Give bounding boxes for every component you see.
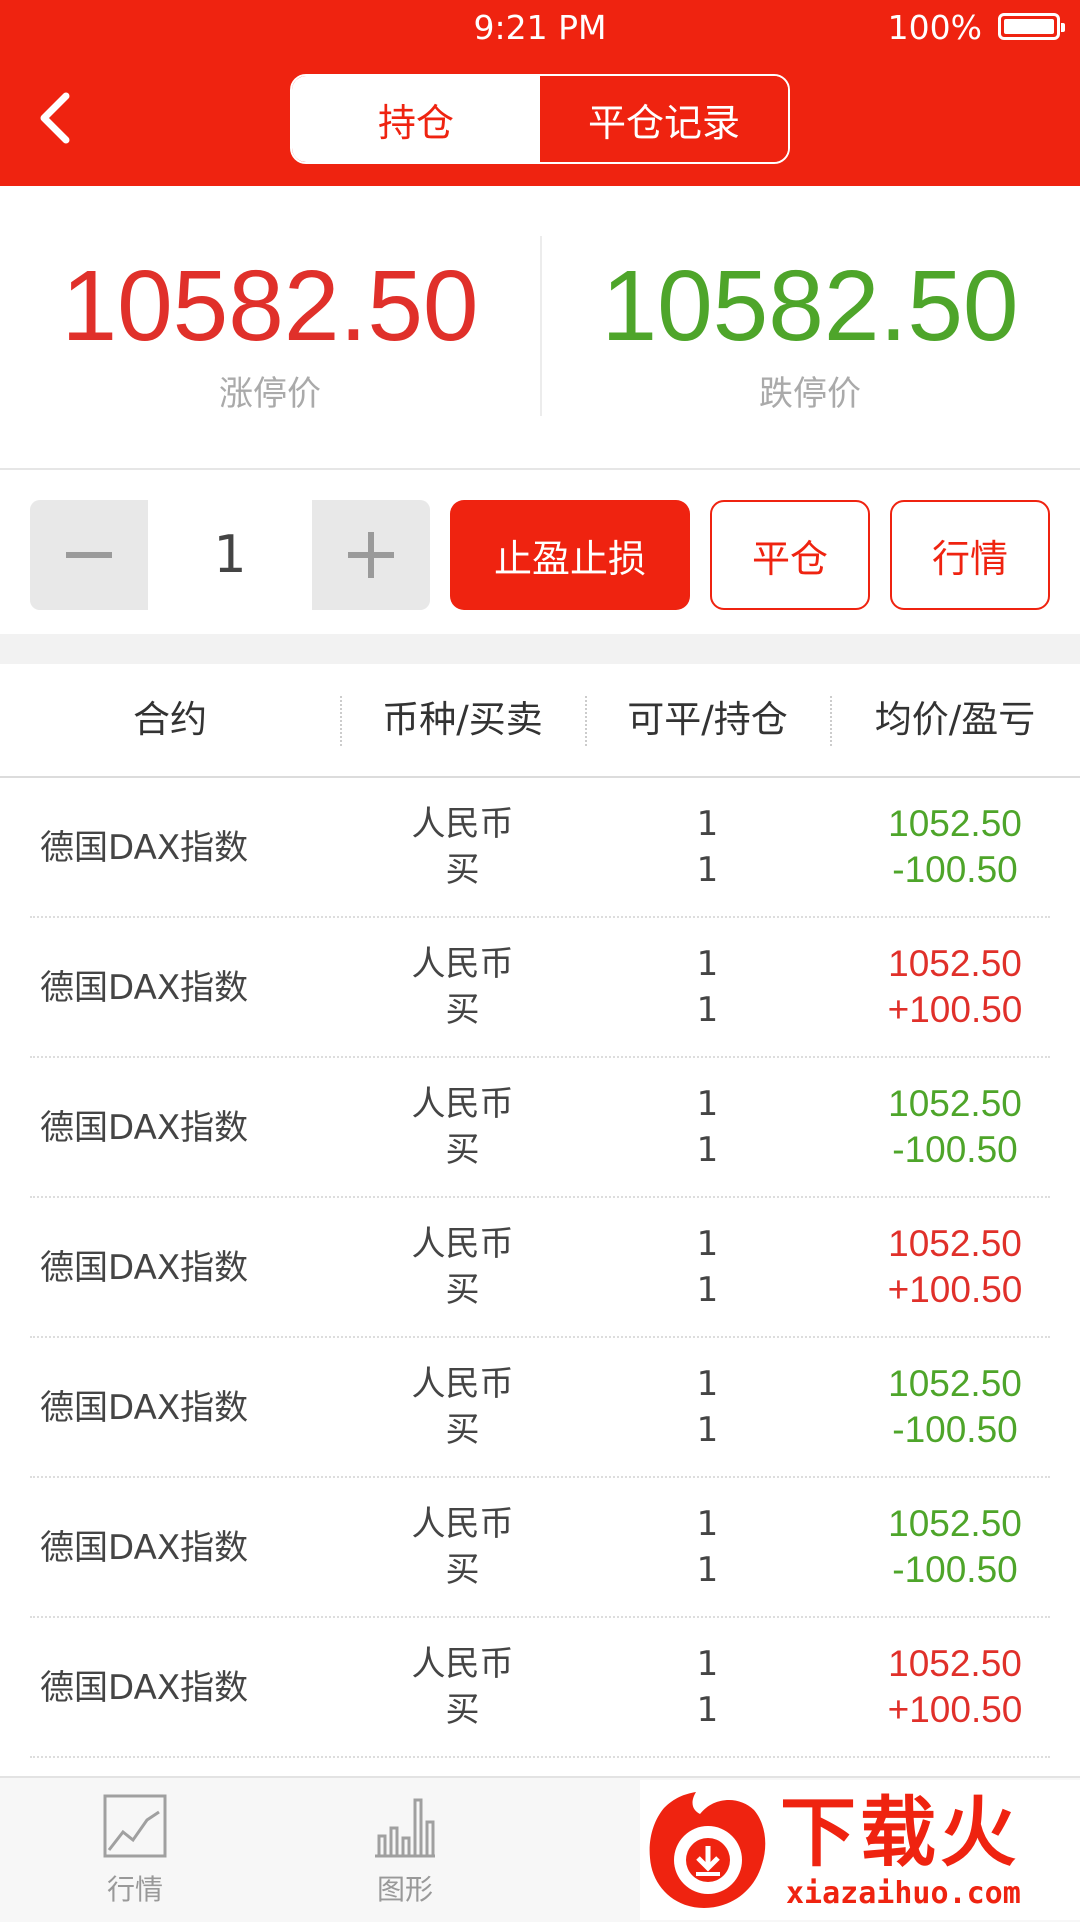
avg-price: 1052.50: [888, 1363, 1022, 1404]
watermark: 下载火 xiazaihuo.com: [640, 1780, 1080, 1920]
avg-price: 1052.50: [888, 943, 1022, 984]
table-row[interactable]: 德国DAX指数 人民币 买 1 1 1052.50 +100.50: [0, 1198, 1080, 1338]
quantity-input[interactable]: 1: [148, 500, 312, 610]
limit-down-block: 10582.50 跌停价: [540, 186, 1080, 468]
limit-down-price: 10582.50: [601, 250, 1019, 362]
table-row[interactable]: 德国DAX指数 人民币 买 1 1 1052.50 -100.50: [0, 1478, 1080, 1618]
held-qty: 1: [696, 1270, 719, 1310]
table-header: 合约 币种/买卖 可平/持仓 均价/盈亏: [0, 664, 1080, 778]
column-header-avg-pnl: 均价/盈亏: [874, 698, 1036, 741]
profit-loss: +100.50: [887, 989, 1023, 1030]
held-qty: 1: [696, 1690, 719, 1730]
trade-side: 买: [445, 1550, 480, 1590]
table-row[interactable]: 德国DAX指数 人民币 买 1 1 1052.50 -100.50: [0, 1338, 1080, 1478]
battery-percent: 100%: [887, 8, 982, 47]
closable-qty: 1: [696, 1364, 719, 1404]
flame-logo-icon: [649, 1792, 766, 1908]
watermark-url: xiazaihuo.com: [786, 1876, 1021, 1911]
column-header-contract: 合约: [133, 698, 207, 741]
profit-loss: -100.50: [892, 1409, 1018, 1450]
held-qty: 1: [696, 1410, 719, 1450]
tab-bar-item-market[interactable]: 行情: [0, 1778, 270, 1922]
quantity-stepper: 1: [30, 500, 430, 610]
held-qty: 1: [696, 850, 719, 890]
currency: 人民币: [411, 1084, 514, 1124]
column-header-currency-side: 币种/买卖: [382, 698, 543, 741]
held-qty: 1: [696, 1550, 719, 1590]
currency: 人民币: [411, 1364, 514, 1404]
trade-side: 买: [445, 990, 480, 1030]
avg-price: 1052.50: [888, 1503, 1022, 1544]
plus-icon: [348, 532, 394, 578]
action-bar: 1 止盈止损 平仓 行情: [0, 470, 1080, 634]
table-row[interactable]: 德国DAX指数 人民币 买 1 1 1052.50 -100.50: [0, 1058, 1080, 1198]
trade-side: 买: [445, 850, 480, 890]
table-row[interactable]: 德国DAX指数 人民币 买 1 1 1052.50 +100.50: [0, 918, 1080, 1058]
positions-list: 德国DAX指数 人民币 买 1 1 1052.50 -100.50 德国DAX指…: [0, 778, 1080, 1758]
profit-loss: +100.50: [887, 1269, 1023, 1310]
contract-name: 德国DAX指数: [40, 1668, 249, 1708]
back-button[interactable]: [30, 88, 90, 148]
decrease-button[interactable]: [30, 500, 148, 610]
contract-name: 德国DAX指数: [40, 1388, 249, 1428]
tab-close-records[interactable]: 平仓记录: [540, 76, 788, 162]
profit-loss: +100.50: [887, 1689, 1023, 1730]
profit-loss: -100.50: [892, 1129, 1018, 1170]
held-qty: 1: [696, 990, 719, 1030]
contract-name: 德国DAX指数: [40, 968, 249, 1008]
watermark-title: 下载火: [780, 1788, 1020, 1877]
trade-side: 买: [445, 1270, 480, 1310]
tab-bar-label: 图形: [376, 1873, 433, 1906]
bar-chart-icon: [375, 1798, 435, 1858]
closable-qty: 1: [696, 944, 719, 984]
header: 9:21 PM 100% 持仓 平仓记录: [0, 0, 1080, 186]
currency: 人民币: [411, 804, 514, 844]
minus-icon: [66, 552, 112, 558]
trade-side: 买: [445, 1130, 480, 1170]
segmented-control: 持仓 平仓记录: [290, 74, 790, 164]
take-profit-stop-loss-button[interactable]: 止盈止损: [450, 500, 690, 610]
currency: 人民币: [411, 1504, 514, 1544]
avg-price: 1052.50: [888, 1083, 1022, 1124]
tab-bar-label: 行情: [106, 1873, 163, 1906]
line-chart-icon: [103, 1794, 167, 1858]
closable-qty: 1: [696, 1084, 719, 1124]
avg-price: 1052.50: [888, 1643, 1022, 1684]
increase-button[interactable]: [312, 500, 430, 610]
closable-qty: 1: [696, 804, 719, 844]
table-row[interactable]: 德国DAX指数 人民币 买 1 1 1052.50 +100.50: [0, 1618, 1080, 1758]
chevron-left-icon: [40, 92, 70, 144]
trade-side: 买: [445, 1690, 480, 1730]
closable-qty: 1: [696, 1504, 719, 1544]
limit-up-label: 涨停价: [219, 374, 321, 414]
tab-bar-item-chart[interactable]: 图形: [270, 1778, 540, 1922]
price-panel: 10582.50 涨停价 10582.50 跌停价: [0, 186, 1080, 470]
table-row[interactable]: 德国DAX指数 人民币 买 1 1 1052.50 -100.50: [0, 778, 1080, 918]
currency: 人民币: [411, 1644, 514, 1684]
limit-up-price: 10582.50: [61, 250, 479, 362]
currency: 人民币: [411, 944, 514, 984]
limit-down-label: 跌停价: [759, 374, 861, 414]
column-header-closable-held: 可平/持仓: [627, 698, 788, 741]
avg-price: 1052.50: [888, 803, 1022, 844]
battery-icon: [998, 13, 1065, 40]
close-position-button[interactable]: 平仓: [710, 500, 870, 610]
profit-loss: -100.50: [892, 849, 1018, 890]
profit-loss: -100.50: [892, 1549, 1018, 1590]
avg-price: 1052.50: [888, 1223, 1022, 1264]
closable-qty: 1: [696, 1644, 719, 1684]
contract-name: 德国DAX指数: [40, 1528, 249, 1568]
contract-name: 德国DAX指数: [40, 1108, 249, 1148]
market-button[interactable]: 行情: [890, 500, 1050, 610]
contract-name: 德国DAX指数: [40, 828, 249, 868]
held-qty: 1: [696, 1130, 719, 1170]
trade-side: 买: [445, 1410, 480, 1450]
section-gap: [0, 634, 1080, 664]
limit-up-block: 10582.50 涨停价: [0, 186, 540, 468]
closable-qty: 1: [696, 1224, 719, 1264]
currency: 人民币: [411, 1224, 514, 1264]
contract-name: 德国DAX指数: [40, 1248, 249, 1288]
tab-positions[interactable]: 持仓: [292, 76, 540, 162]
